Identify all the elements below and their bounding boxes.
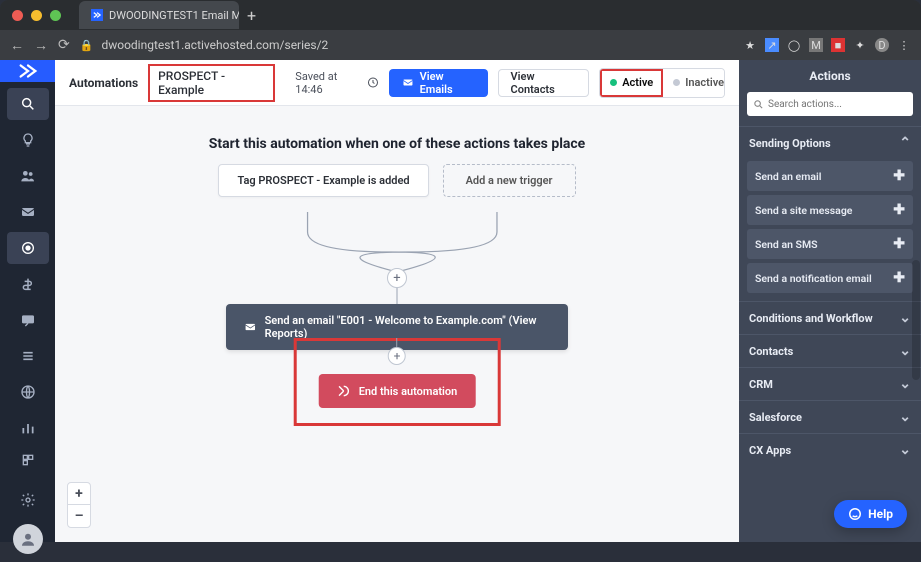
end-highlight-box: + End this automation bbox=[294, 338, 501, 426]
section-conditions[interactable]: Conditions and Workflow⌄ bbox=[739, 301, 921, 334]
tab-title: DWOODINGTEST1 Email Mark bbox=[109, 9, 239, 22]
trigger-node[interactable]: Tag PROSPECT - Example is added bbox=[218, 164, 428, 197]
automation-canvas[interactable]: Start this automation when one of these … bbox=[55, 106, 739, 542]
scrollbar[interactable] bbox=[912, 260, 920, 380]
reload-button[interactable]: ⟳ bbox=[58, 37, 70, 53]
close-window-icon[interactable] bbox=[12, 10, 23, 21]
status-toggle: Active Inactive bbox=[599, 68, 725, 98]
end-automation-node[interactable]: End this automation bbox=[319, 374, 476, 408]
chevron-down-icon: ⌄ bbox=[899, 376, 911, 392]
nav-campaigns[interactable] bbox=[7, 196, 49, 228]
chevron-down-icon: ⌄ bbox=[899, 442, 911, 458]
user-avatar[interactable] bbox=[13, 524, 43, 554]
nav-site[interactable] bbox=[7, 376, 49, 408]
add-step-button[interactable]: + bbox=[388, 347, 406, 365]
section-crm[interactable]: CRM⌄ bbox=[739, 367, 921, 400]
forward-button[interactable]: → bbox=[34, 37, 48, 54]
url-text: dwoodingtest1.activehosted.com/series/2 bbox=[101, 38, 328, 52]
actions-panel: Actions Sending Options⌃ Send an email✚ … bbox=[739, 60, 921, 542]
view-emails-button[interactable]: View Emails bbox=[389, 69, 488, 97]
nav-conversations[interactable] bbox=[7, 304, 49, 336]
help-button[interactable]: Help bbox=[834, 500, 907, 528]
ext-icon[interactable]: ★ bbox=[743, 38, 757, 52]
action-send-sms[interactable]: Send an SMS✚ bbox=[747, 229, 913, 259]
plus-icon: ✚ bbox=[893, 202, 905, 218]
section-salesforce[interactable]: Salesforce⌄ bbox=[739, 400, 921, 433]
browser-tab[interactable]: DWOODINGTEST1 Email Mark × bbox=[79, 1, 239, 29]
zoom-out-button[interactable]: – bbox=[68, 505, 90, 527]
browser-tab-bar: DWOODINGTEST1 Email Mark × + bbox=[0, 0, 921, 30]
nav-reports[interactable] bbox=[7, 412, 49, 444]
ext-icon[interactable]: M bbox=[809, 38, 823, 52]
nav-search[interactable] bbox=[7, 88, 49, 120]
automation-name[interactable]: PROSPECT - Example bbox=[148, 64, 275, 102]
status-inactive-option[interactable]: Inactive bbox=[663, 69, 725, 97]
envelope-icon bbox=[244, 320, 257, 334]
section-cx-apps[interactable]: CX Apps⌄ bbox=[739, 433, 921, 466]
section-contacts[interactable]: Contacts⌄ bbox=[739, 334, 921, 367]
ext-icon[interactable]: ↗ bbox=[765, 38, 779, 52]
canvas-title: Start this automation when one of these … bbox=[55, 136, 739, 152]
lock-icon: 🔒 bbox=[80, 39, 94, 52]
window-controls[interactable] bbox=[0, 10, 73, 21]
url-field[interactable]: 🔒 dwoodingtest1.activehosted.com/series/… bbox=[80, 38, 733, 52]
new-tab-button[interactable]: + bbox=[247, 6, 256, 25]
status-active-option[interactable]: Active bbox=[600, 69, 663, 97]
brand-logo[interactable] bbox=[0, 60, 55, 82]
chat-icon bbox=[848, 507, 862, 521]
add-trigger-button[interactable]: Add a new trigger bbox=[443, 164, 576, 197]
nav-apps[interactable] bbox=[7, 444, 49, 476]
address-bar: ← → ⟳ 🔒 dwoodingtest1.activehosted.com/s… bbox=[0, 30, 921, 60]
plus-icon: ✚ bbox=[893, 236, 905, 252]
nav-settings[interactable] bbox=[7, 484, 49, 516]
action-send-site-message[interactable]: Send a site message✚ bbox=[747, 195, 913, 225]
tab-favicon-icon bbox=[91, 9, 103, 21]
profile-icon[interactable]: D bbox=[875, 38, 889, 52]
ext-icon[interactable]: ◯ bbox=[787, 38, 801, 52]
back-button[interactable]: ← bbox=[10, 37, 24, 54]
extensions: ★ ↗ ◯ M ■ ✦ D ⋮ bbox=[743, 38, 911, 52]
end-icon bbox=[337, 384, 351, 398]
actions-panel-title: Actions bbox=[739, 60, 921, 92]
chevron-down-icon: ⌄ bbox=[899, 343, 911, 359]
section-sending-options[interactable]: Sending Options⌃ bbox=[739, 126, 921, 159]
zoom-controls: + – bbox=[67, 482, 91, 528]
actions-search-input[interactable] bbox=[768, 99, 907, 110]
saved-status: Saved at 14:46 bbox=[295, 70, 378, 96]
search-icon bbox=[753, 99, 764, 110]
view-contacts-button[interactable]: View Contacts bbox=[498, 69, 590, 97]
status-dot-icon bbox=[673, 79, 680, 86]
nav-deals[interactable] bbox=[7, 268, 49, 300]
envelope-icon bbox=[402, 76, 414, 89]
plus-icon: ✚ bbox=[893, 270, 905, 286]
status-dot-icon bbox=[610, 79, 617, 86]
nav-automations[interactable] bbox=[7, 232, 49, 264]
action-send-email[interactable]: Send an email✚ bbox=[747, 161, 913, 191]
puzzle-icon[interactable]: ✦ bbox=[853, 38, 867, 52]
zoom-in-button[interactable]: + bbox=[68, 483, 90, 505]
chevron-down-icon: ⌄ bbox=[899, 409, 911, 425]
nav-lists[interactable] bbox=[7, 340, 49, 372]
action-send-notification[interactable]: Send a notification email✚ bbox=[747, 263, 913, 293]
saved-text: Saved at 14:46 bbox=[295, 70, 361, 96]
actions-search[interactable] bbox=[747, 92, 913, 116]
breadcrumb-root[interactable]: Automations bbox=[69, 76, 138, 90]
chevron-down-icon: ⌄ bbox=[899, 310, 911, 326]
chevron-up-icon: ⌃ bbox=[899, 135, 911, 151]
nav-idea[interactable] bbox=[7, 124, 49, 156]
history-icon[interactable] bbox=[367, 76, 379, 89]
nav-contacts[interactable] bbox=[7, 160, 49, 192]
ext-icon[interactable]: ■ bbox=[831, 38, 845, 52]
minimize-window-icon[interactable] bbox=[31, 10, 42, 21]
menu-icon[interactable]: ⋮ bbox=[897, 38, 911, 52]
plus-icon: ✚ bbox=[893, 168, 905, 184]
header-bar: Automations PROSPECT - Example Saved at … bbox=[55, 60, 739, 106]
add-step-button[interactable]: + bbox=[387, 268, 407, 288]
maximize-window-icon[interactable] bbox=[50, 10, 61, 21]
